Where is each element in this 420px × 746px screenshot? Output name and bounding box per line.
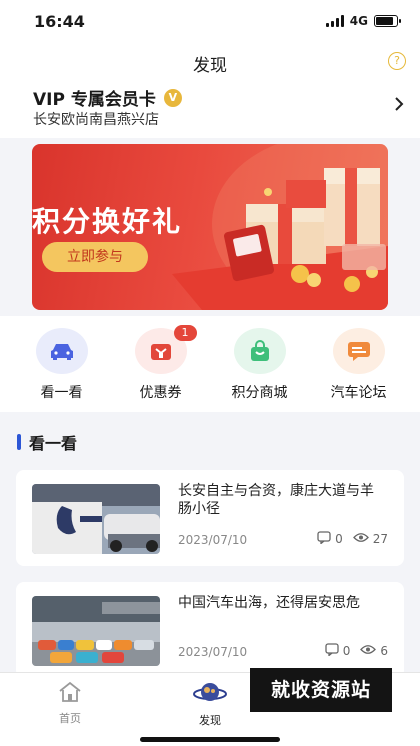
coupon-count-badge: 1 <box>173 325 197 341</box>
article-title: 中国汽车出海，还得居安思危 <box>178 595 360 611</box>
page-header: 发现 ? <box>0 44 420 80</box>
tab-label: 首页 <box>59 712 81 725</box>
shortcut-label: 优惠券 <box>139 385 182 401</box>
comment-count: 0 <box>335 532 343 546</box>
comment-icon <box>325 643 339 659</box>
shortcut-grid: 看一看 1 优惠券 积分商城 汽车论坛 <box>0 316 420 412</box>
article-thumbnail <box>32 596 160 666</box>
home-indicator <box>140 737 280 742</box>
view-count: 6 <box>380 644 388 658</box>
watermark-overlay: 就收资源站 <box>250 668 392 712</box>
vip-badge-icon: V <box>163 88 182 107</box>
article-thumbnail <box>32 484 160 554</box>
tab-home[interactable]: 首页 <box>40 681 100 726</box>
shortcut-coupon[interactable]: 1 优惠券 <box>116 316 206 412</box>
eye-icon <box>360 644 377 658</box>
article-title: 长安自主与合资，康庄大道与羊肠小径 <box>178 483 374 517</box>
chat-bubble-icon <box>332 328 385 374</box>
eye-icon <box>352 532 369 546</box>
shortcut-label: 汽车论坛 <box>330 385 387 401</box>
network-label: 4G <box>349 14 368 28</box>
battery-icon <box>374 15 401 27</box>
shortcut-label: 积分商城 <box>231 385 288 401</box>
article-date: 2023/07/10 <box>178 645 248 659</box>
tab-discover[interactable]: 发现 <box>180 681 240 728</box>
vip-card-row[interactable]: VIP 专属会员卡 V 长安欧尚南昌燕兴店 <box>0 80 420 138</box>
article-date: 2023/07/10 <box>178 533 248 547</box>
article-card[interactable]: 长安自主与合资，康庄大道与羊肠小径 2023/07/10 0 27 <box>16 470 404 566</box>
comment-count: 0 <box>342 644 351 658</box>
vip-title: VIP 专属会员卡 <box>33 90 156 110</box>
view-count: 27 <box>372 532 388 546</box>
banner-join-button[interactable]: 立即参与 <box>42 242 148 272</box>
banner-section: 积分换好礼 立即参与 <box>0 138 420 316</box>
shortcut-points-mall[interactable]: 积分商城 <box>215 316 305 412</box>
tab-label: 发现 <box>199 714 221 727</box>
page-title: 发现 <box>193 56 227 76</box>
shortcut-label: 看一看 <box>40 385 83 401</box>
help-icon[interactable]: ? <box>388 52 406 70</box>
planet-icon <box>193 683 227 701</box>
signal-icon <box>325 15 344 27</box>
home-icon <box>59 681 81 702</box>
shopping-bag-icon <box>233 328 286 374</box>
car-icon <box>35 328 88 374</box>
article-stats: 0 27 <box>317 531 388 547</box>
section-header: 看一看 <box>17 430 77 454</box>
chevron-right-icon[interactable] <box>394 96 404 117</box>
section-title: 看一看 <box>29 434 78 453</box>
promo-banner[interactable]: 积分换好礼 立即参与 <box>32 144 388 310</box>
status-bar: 16:44 4G <box>0 0 420 44</box>
vip-store-name: 长安欧尚南昌燕兴店 <box>33 112 159 128</box>
article-card[interactable]: 中国汽车出海，还得居安思危 2023/07/10 0 6 <box>16 582 404 678</box>
section-accent-bar <box>17 434 21 450</box>
shortcut-look[interactable]: 看一看 <box>17 316 107 412</box>
banner-title: 积分换好礼 <box>32 205 183 238</box>
comment-icon <box>317 531 331 547</box>
article-stats: 0 6 <box>325 643 388 659</box>
shortcut-forum[interactable]: 汽车论坛 <box>314 316 404 412</box>
status-time: 16:44 <box>34 12 85 31</box>
